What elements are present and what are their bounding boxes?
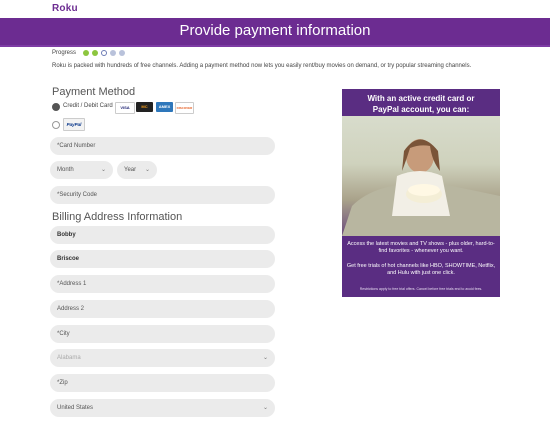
security-code-field[interactable]: *Security Code	[50, 186, 275, 204]
amex-icon: AMEX	[156, 102, 173, 112]
page-banner: Provide payment information	[0, 18, 550, 47]
address1-field[interactable]: *Address 1	[50, 275, 275, 293]
discover-icon: DISCOVER	[175, 102, 194, 114]
year-select-value: Year	[124, 167, 137, 173]
credit-card-radio[interactable]	[52, 103, 60, 111]
country-select[interactable]: United States ⌄	[50, 399, 275, 417]
year-select[interactable]: Year ⌄	[117, 161, 157, 179]
progress-step-2	[92, 50, 99, 56]
country-select-value: United States	[57, 405, 94, 411]
promo-text-1: Access the latest movies and TV shows - …	[347, 241, 495, 254]
progress-step-4	[110, 50, 117, 56]
state-select[interactable]: Alabama ⌄	[50, 349, 275, 367]
state-select-value: Alabama	[57, 355, 81, 361]
roku-logo[interactable]: Roku	[52, 3, 78, 14]
mastercard-icon: MC	[136, 102, 153, 112]
progress-step-1	[83, 50, 90, 56]
credit-card-label: Credit / Debit Card	[63, 103, 113, 109]
promo-panel: With an active credit card or PayPal acc…	[342, 89, 500, 297]
card-number-field[interactable]: *Card Number	[50, 137, 275, 155]
promo-heading-line2: PayPal account, you can:	[372, 105, 470, 114]
zip-field[interactable]: *Zip	[50, 374, 275, 392]
paypal-icon: PayPal	[63, 118, 85, 131]
chevron-down-icon: ⌄	[100, 167, 106, 173]
address2-field[interactable]: Address 2	[50, 300, 275, 318]
paypal-radio[interactable]	[52, 121, 60, 129]
visa-icon: VISA	[115, 102, 135, 114]
billing-address-heading: Billing Address Information	[52, 211, 183, 223]
chevron-down-icon: ⌄	[144, 167, 150, 173]
woman-with-popcorn-image	[342, 139, 500, 236]
last-name-field[interactable]: Briscoe	[50, 250, 275, 268]
chevron-down-icon: ⌄	[262, 405, 268, 411]
promo-text-2: Get free trials of hot channels like HBO…	[346, 263, 496, 276]
promo-heading: With an active credit card or PayPal acc…	[342, 93, 500, 115]
month-select[interactable]: Month ⌄	[50, 161, 113, 179]
progress-step-5	[119, 50, 126, 56]
promo-fine-print: Restrictions apply to free trial offers.…	[359, 287, 483, 291]
progress-step-3	[101, 50, 108, 56]
month-select-value: Month	[57, 167, 74, 173]
first-name-field[interactable]: Bobby	[50, 226, 275, 244]
promo-heading-line1: With an active credit card or	[367, 94, 475, 103]
payment-method-heading: Payment Method	[52, 86, 136, 98]
chevron-down-icon: ⌄	[262, 355, 268, 361]
promo-image	[342, 116, 500, 236]
intro-text: Roku is packed with hundreds of free cha…	[52, 63, 472, 69]
progress-label: Progress	[52, 50, 77, 56]
top-bar: Roku	[0, 0, 550, 18]
progress-indicator: Progress	[52, 50, 126, 56]
city-field[interactable]: *City	[50, 325, 275, 343]
page-title: Provide payment information	[179, 22, 371, 39]
